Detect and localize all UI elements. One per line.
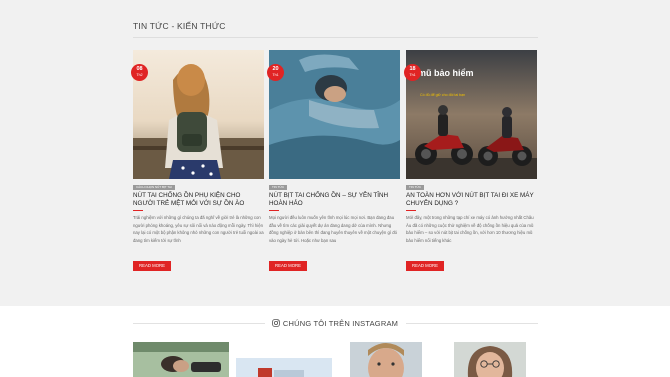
date-day: 08 (136, 66, 143, 72)
date-badge: 08 Th2 (131, 64, 148, 81)
instagram-photo[interactable] (454, 342, 526, 377)
category-tag[interactable]: TIN TỨC (406, 185, 425, 190)
news-card-title[interactable]: AN TOÀN HƠN VỚI NÚT BỊT TAI ĐI XE MÁY CH… (406, 192, 537, 209)
read-more-button[interactable]: READ MORE (133, 261, 171, 271)
news-card-excerpt: Trải nghiệm với những gì chúng ta đã ngh… (133, 215, 264, 243)
date-day: 20 (272, 66, 279, 72)
title-underline (133, 210, 143, 211)
instagram-photo[interactable] (236, 358, 332, 377)
news-card-title[interactable]: NÚT BỊT TAI CHỐNG ỒN – SỰ YÊN TĨNH HOÀN … (269, 192, 400, 209)
date-month: Th2 (136, 72, 143, 77)
instagram-photo[interactable] (350, 342, 422, 377)
news-card-image[interactable] (133, 50, 264, 179)
title-underline (406, 210, 416, 211)
date-month: Th1 (409, 72, 416, 77)
instagram-heading: CHÚNG TÔI TRÊN INSTAGRAM (0, 319, 670, 329)
read-more-button[interactable]: READ MORE (406, 261, 444, 271)
category-tag[interactable]: TIN TỨC (269, 185, 288, 190)
image-caption-main: mũ bảo hiểm (418, 68, 474, 78)
date-month: Th1 (272, 72, 279, 77)
image-caption-sub: Có đủ để giữ cho đôi tai bạn (420, 93, 465, 97)
news-card-excerpt: Mới đây, một trong những tạp chí xe máy … (406, 215, 534, 243)
news-card-excerpt: Mọi người đều luôn muốn yên tĩnh mọi lúc… (269, 215, 398, 243)
news-card-image[interactable]: mũ bảo hiểm Có đủ để giữ cho đôi tai bạn (406, 50, 537, 179)
instagram-section: CHÚNG TÔI TRÊN INSTAGRAM (0, 306, 670, 377)
instagram-photo[interactable] (133, 342, 229, 377)
date-day: 18 (409, 66, 416, 72)
news-card-image[interactable] (269, 50, 400, 179)
instagram-icon (272, 319, 280, 329)
date-badge: 18 Th1 (404, 64, 421, 81)
news-section: TIN TỨC - KIẾN THỨC 08 Th2 CÁCH CHỌN NÚT… (0, 0, 670, 306)
read-more-button[interactable]: READ MORE (269, 261, 307, 271)
title-underline (269, 210, 279, 211)
category-tag[interactable]: CÁCH CHỌN NÚT BỊT TAI (133, 185, 175, 190)
news-card-title[interactable]: NÚT TAI CHỐNG ỒN PHỤ KIỆN CHO NGƯỜI TRẺ … (133, 192, 264, 209)
instagram-heading-text: CHÚNG TÔI TRÊN INSTAGRAM (282, 319, 399, 328)
date-badge: 20 Th1 (267, 64, 284, 81)
news-heading-divider (133, 37, 538, 38)
news-heading: TIN TỨC - KIẾN THỨC (133, 21, 226, 31)
